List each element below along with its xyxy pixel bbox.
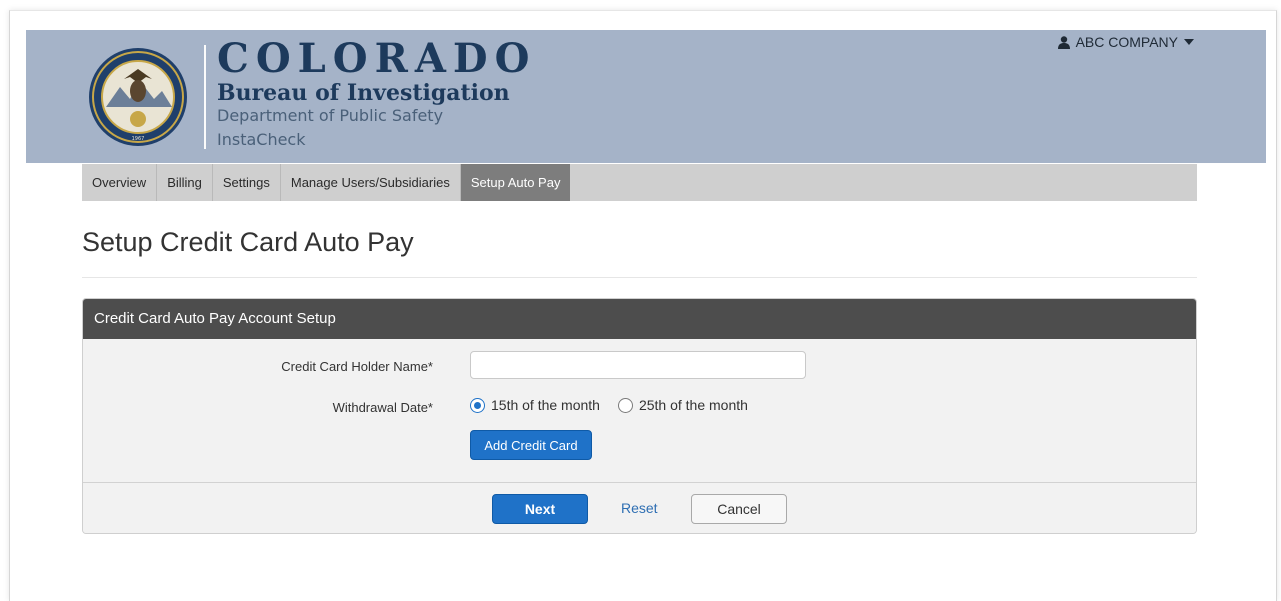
site-header: 1967 COLORADO Bureau of Investigation De… bbox=[26, 30, 1266, 163]
brand-subtitle: Bureau of Investigation bbox=[217, 80, 510, 106]
next-button[interactable]: Next bbox=[492, 494, 588, 524]
cbi-seal-logo: 1967 bbox=[89, 48, 187, 146]
radio-25th[interactable] bbox=[617, 397, 633, 413]
radio-25th-label: 25th of the month bbox=[638, 397, 748, 413]
withdrawal-option-15th[interactable]: 15th of the month bbox=[470, 397, 600, 413]
panel-footer: Next Reset Cancel bbox=[83, 482, 1196, 533]
user-account-menu[interactable]: ABC COMPANY bbox=[1057, 34, 1194, 50]
autopay-setup-panel: Credit Card Auto Pay Account Setup Credi… bbox=[82, 298, 1197, 534]
tab-setup-auto-pay[interactable]: Setup Auto Pay bbox=[460, 164, 571, 201]
radio-15th[interactable] bbox=[470, 397, 485, 413]
svg-text:1967: 1967 bbox=[132, 136, 145, 142]
tab-overview[interactable]: Overview bbox=[82, 164, 158, 201]
brand-title: COLORADO bbox=[217, 35, 537, 82]
withdrawal-date-label: Withdrawal Date* bbox=[332, 400, 433, 415]
brand-app-name: InstaCheck bbox=[217, 130, 306, 149]
holder-name-input[interactable] bbox=[470, 351, 806, 379]
caret-down-icon bbox=[1184, 39, 1194, 45]
tab-manage-users[interactable]: Manage Users/Subsidiaries bbox=[281, 164, 461, 201]
user-account-label: ABC COMPANY bbox=[1075, 34, 1178, 50]
holder-name-label: Credit Card Holder Name* bbox=[281, 359, 433, 374]
add-credit-card-button[interactable]: Add Credit Card bbox=[470, 430, 592, 460]
tab-billing[interactable]: Billing bbox=[157, 164, 213, 201]
title-divider bbox=[82, 277, 1197, 278]
user-icon bbox=[1057, 35, 1070, 49]
panel-title: Credit Card Auto Pay Account Setup bbox=[83, 299, 1196, 339]
withdrawal-option-25th[interactable]: 25th of the month bbox=[617, 397, 748, 413]
page-title: Setup Credit Card Auto Pay bbox=[82, 227, 414, 257]
radio-15th-label: 15th of the month bbox=[491, 397, 600, 413]
header-divider bbox=[204, 45, 206, 149]
main-nav: Overview Billing Settings Manage Users/S… bbox=[82, 164, 1197, 201]
cancel-button[interactable]: Cancel bbox=[691, 494, 787, 524]
brand-department: Department of Public Safety bbox=[217, 106, 444, 125]
tab-settings[interactable]: Settings bbox=[213, 164, 281, 201]
withdrawal-date-radio-group: 15th of the month 25th of the month bbox=[470, 397, 766, 413]
reset-link[interactable]: Reset bbox=[621, 500, 658, 516]
